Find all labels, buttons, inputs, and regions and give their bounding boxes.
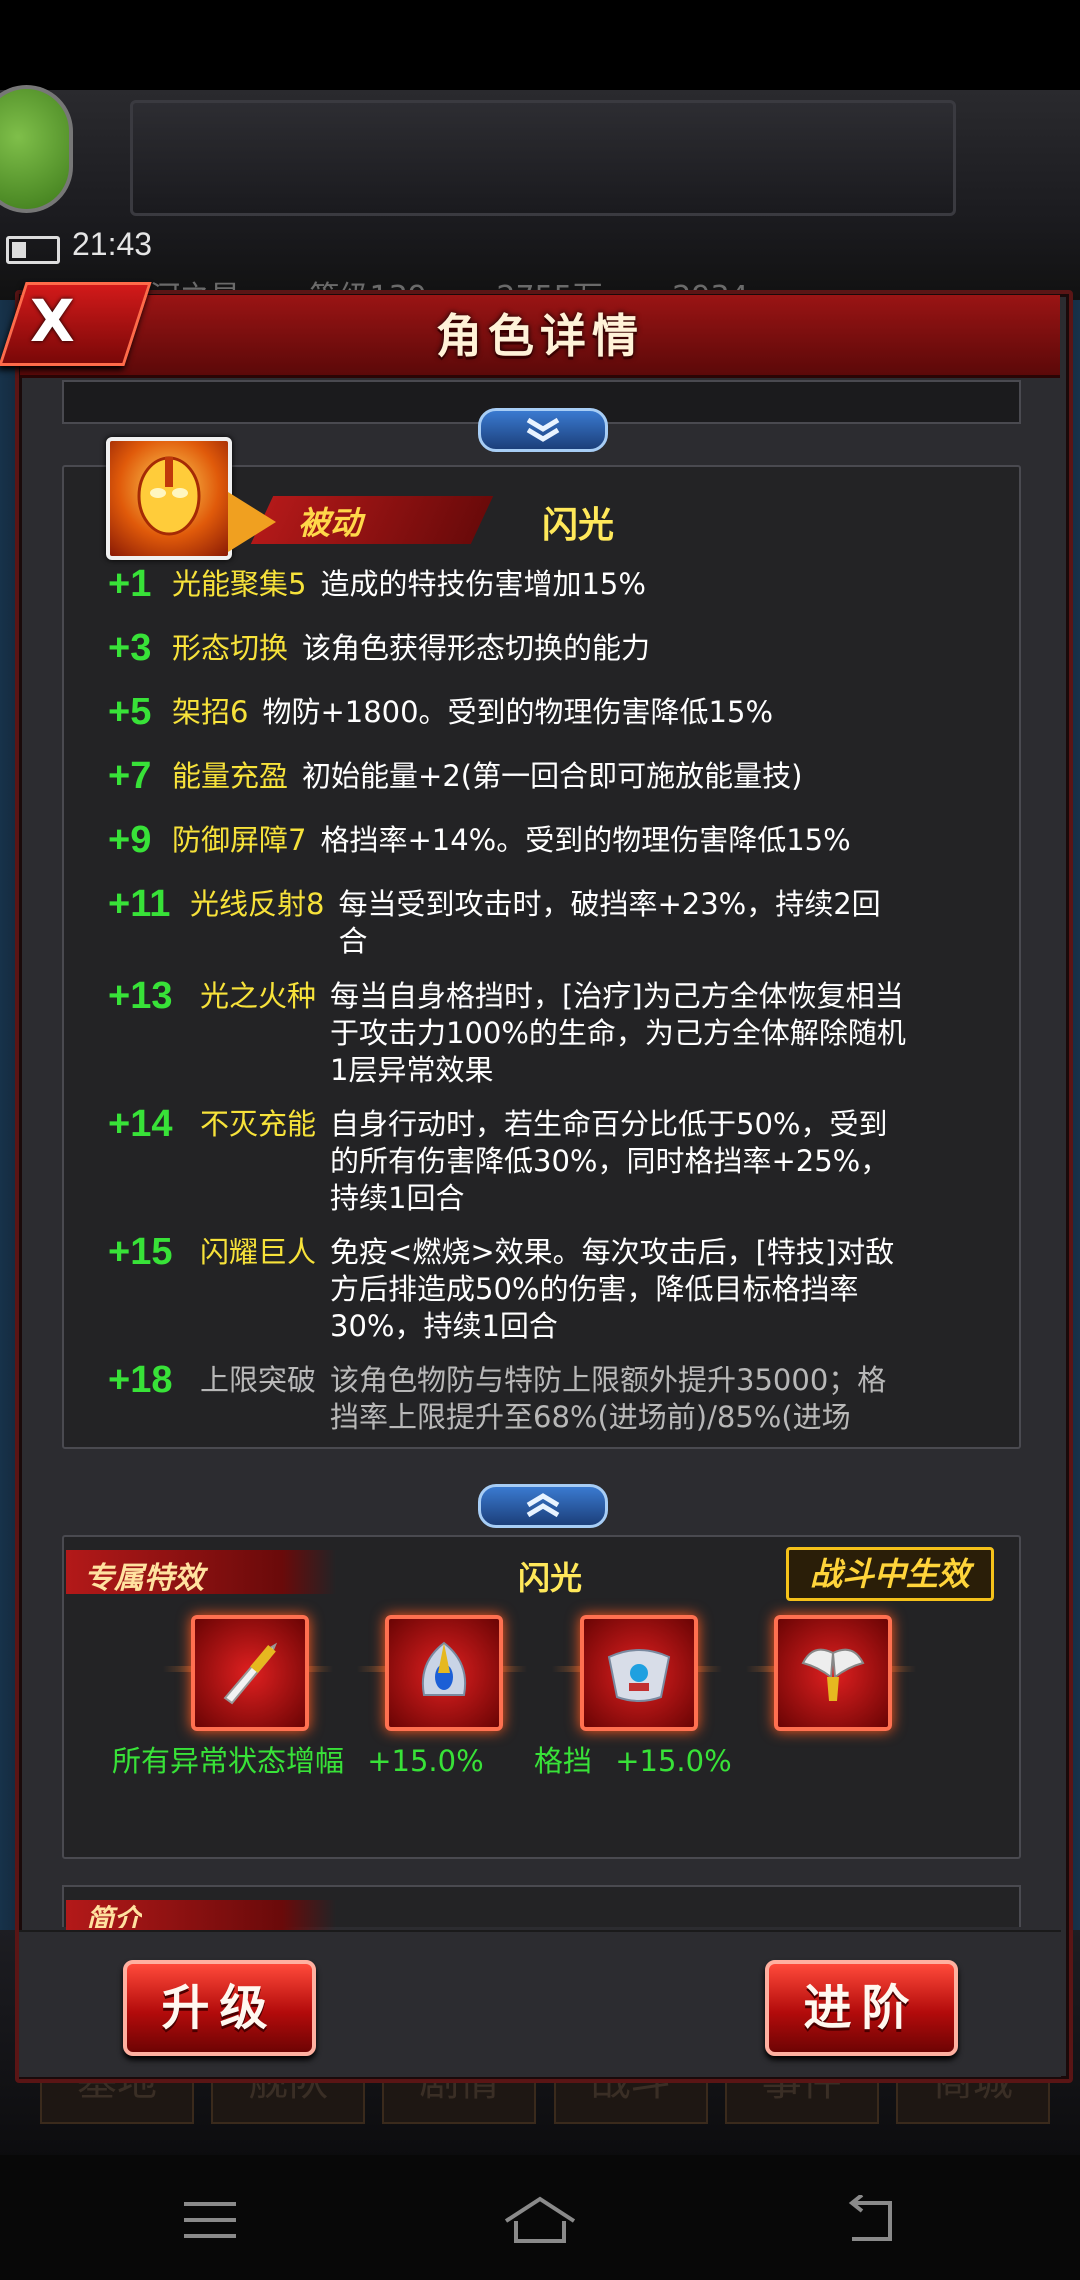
stat-label: 所有异常状态增幅 xyxy=(112,1744,345,1778)
skill-level-row: +9 防御屏障7 格挡率+14%。受到的物理伤害降低15% xyxy=(108,819,988,861)
level-skill-name: 光线反射8 xyxy=(190,887,325,921)
level-skill-desc: 该角色获得形态切换的能力 xyxy=(302,631,651,665)
level-skill-name: 不灭充能 xyxy=(200,1107,317,1141)
level-skill-desc: 自身行动时，若生命百分比低于50%，受到的所有伤害降低30%，同时格挡率+25%… xyxy=(330,1107,890,1215)
skill-level-row: +13 光之火种 每当自身格挡时，[治疗]为己方全体恢复相当于攻击力100%的生… xyxy=(108,975,988,1089)
dialog-title: 角色详情 xyxy=(436,309,644,363)
level-skill-desc: 每当受到攻击时，破挡率+23%，持续2回合 xyxy=(338,887,881,958)
skill-level-row: +3 形态切换 该角色获得形态切换的能力 xyxy=(108,627,988,669)
level-skill-name: 防御屏障7 xyxy=(172,823,307,857)
skill-level-row: +14 不灭充能 自身行动时，若生命百分比低于50%，受到的所有伤害降低30%，… xyxy=(108,1103,988,1217)
level-skill-name: 形态切换 xyxy=(172,631,289,665)
equipment-sword-icon[interactable] xyxy=(191,1615,309,1731)
home-icon xyxy=(504,2196,576,2243)
passive-label: 被动 xyxy=(298,504,363,542)
level-number: +5 xyxy=(108,691,152,733)
in-battle-badge: 战斗中生效 xyxy=(786,1547,994,1601)
exclusive-effect-name: 闪光 xyxy=(518,1559,583,1597)
double-chevron-down-icon xyxy=(526,417,560,442)
double-chevron-up-icon xyxy=(526,1493,560,1518)
upgrade-button[interactable]: 升级 xyxy=(123,1960,316,2056)
passive-label-banner xyxy=(250,496,494,544)
level-skill-desc: 物防+1800。受到的物理伤害降低15% xyxy=(262,695,774,729)
level-number: +11 xyxy=(108,883,171,925)
level-number: +3 xyxy=(108,627,152,669)
level-number: +18 xyxy=(108,1362,173,1401)
stat-value: +15.0% xyxy=(367,1744,484,1778)
skill-level-row: +15 闪耀巨人 免疫<燃烧>效果。每次攻击后，[特技]对敌方后排造成50%的伤… xyxy=(108,1231,988,1345)
battery-icon xyxy=(6,236,60,264)
skill-portrait-icon xyxy=(106,437,232,560)
skill-level-row: +7 能量充盈 初始能量+2(第一回合即可施放能量技) xyxy=(108,755,988,797)
scroll-up-button[interactable] xyxy=(478,1484,608,1528)
level-skill-desc: 造成的特技伤害增加15% xyxy=(320,567,646,601)
level-skill-name: 闪耀巨人 xyxy=(200,1235,317,1269)
level-skill-name: 上限突破 xyxy=(200,1363,317,1397)
arrow-right-icon xyxy=(228,492,276,552)
stat-value: +15.0% xyxy=(615,1744,732,1778)
level-skill-name: 能量充盈 xyxy=(172,759,289,793)
equipment-armor-icon[interactable] xyxy=(580,1615,698,1731)
menu-button[interactable] xyxy=(155,2180,265,2260)
level-skill-desc: 格挡率+14%。受到的物理伤害降低15% xyxy=(320,823,851,857)
back-icon xyxy=(848,2195,892,2241)
level-number: +7 xyxy=(108,755,152,797)
level-skill-desc: 每当自身格挡时，[治疗]为己方全体恢复相当于攻击力100%的生命，为己方全体解除… xyxy=(330,979,906,1087)
back-button[interactable] xyxy=(815,2180,925,2260)
level-skill-name: 光之火种 xyxy=(200,979,317,1013)
advance-button[interactable]: 进阶 xyxy=(765,1960,958,2056)
level-number: +9 xyxy=(108,819,152,861)
skill-level-row: +11 光线反射8 每当受到攻击时，破挡率+23%，持续2回合 xyxy=(108,883,988,960)
stat-label: 格挡 xyxy=(534,1744,593,1778)
level-skill-desc: 该角色物防与特防上限额外提升35000；格挡率上限提升至68%(进场前)/85%… xyxy=(330,1363,887,1438)
level-number: +15 xyxy=(108,1231,173,1273)
level-skill-name: 架招6 xyxy=(172,695,249,729)
status-time: 21:43 xyxy=(72,226,153,262)
stat-abnormal-amplify: 所有异常状态增幅 +15.0% xyxy=(112,1738,484,1780)
level-skill-desc: 初始能量+2(第一回合即可施放能量技) xyxy=(302,759,803,793)
exclusive-effect-header: 专属特效 xyxy=(84,1561,204,1596)
player-avatar[interactable] xyxy=(0,85,73,213)
level-skill-name: 光能聚集5 xyxy=(172,567,307,601)
level-skill-desc: 免疫<燃烧>效果。每次攻击后，[特技]对敌方后排造成50%的伤害，降低目标格挡率… xyxy=(330,1235,895,1343)
scroll-down-button[interactable] xyxy=(478,408,608,452)
close-icon[interactable]: X xyxy=(30,287,75,355)
level-number: +1 xyxy=(108,563,152,605)
level-number: +14 xyxy=(108,1103,173,1145)
system-navigation-bar xyxy=(0,2155,1080,2280)
passive-skill-name: 闪光 xyxy=(542,505,615,546)
skill-level-row: +1 光能聚集5 造成的特技伤害增加15% xyxy=(108,563,988,605)
skill-level-row: +18 上限突破 该角色物防与特防上限额外提升35000；格挡率上限提升至68%… xyxy=(108,1362,988,1438)
stat-block: 格挡 +15.0% xyxy=(534,1738,732,1780)
skill-level-row: +5 架招6 物防+1800。受到的物理伤害降低15% xyxy=(108,691,988,733)
menu-icon xyxy=(184,2202,236,2238)
level-number: +13 xyxy=(108,975,173,1017)
equipment-helmet-icon[interactable] xyxy=(385,1615,503,1731)
home-button[interactable] xyxy=(485,2180,595,2260)
equipment-wings-icon[interactable] xyxy=(774,1615,892,1731)
intro-header: 简介 xyxy=(86,1903,143,1928)
game-top-panel xyxy=(130,100,956,216)
